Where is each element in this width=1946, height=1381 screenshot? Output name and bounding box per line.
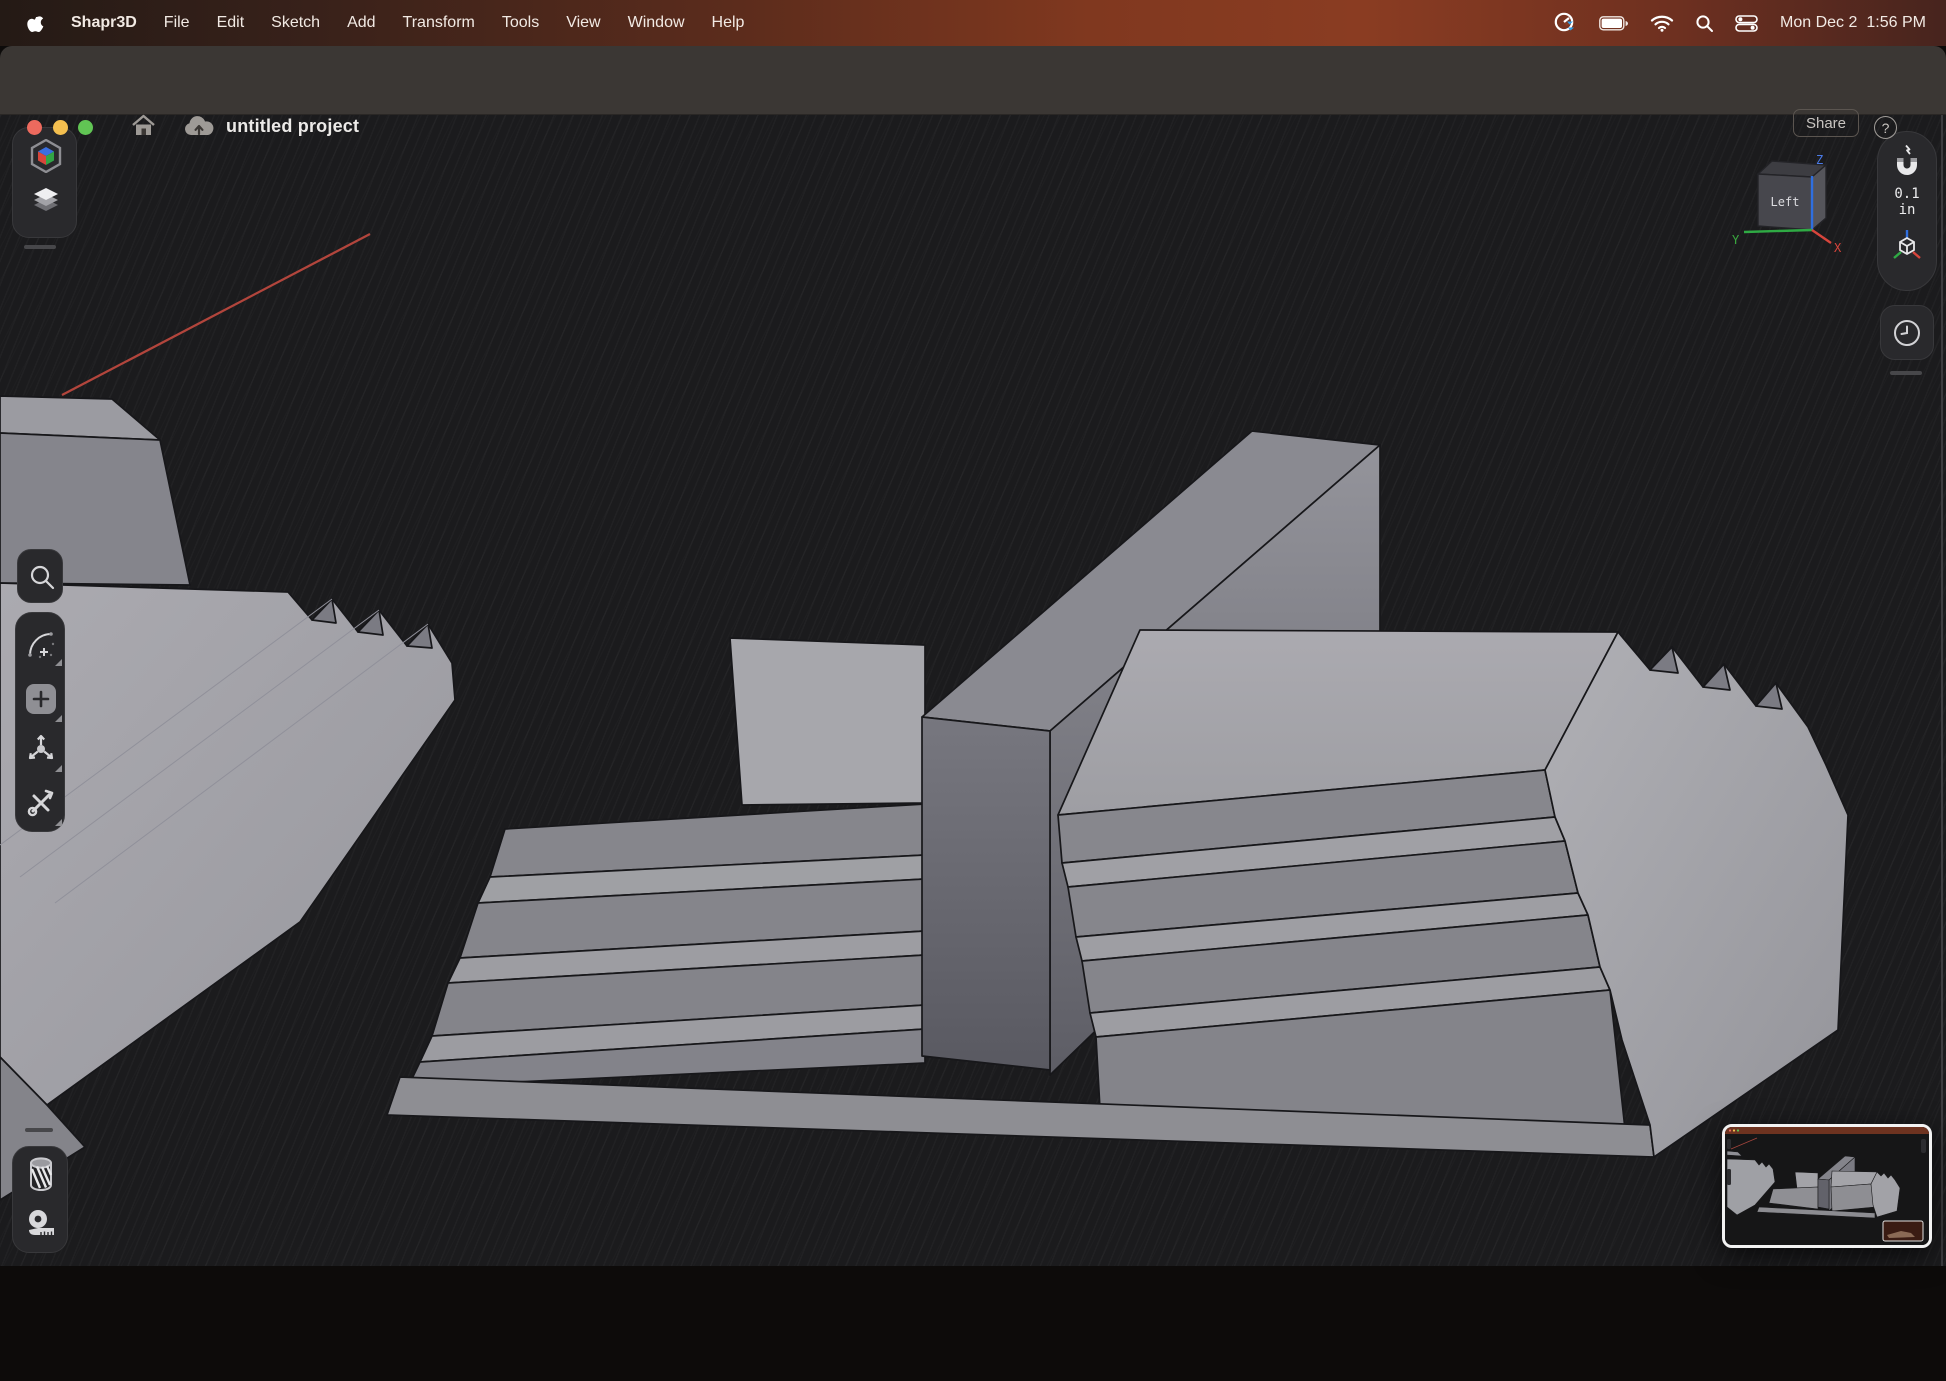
panel-divider[interactable] (1890, 371, 1922, 375)
panel-divider[interactable] (24, 245, 56, 249)
display-tools-panel (12, 1146, 68, 1253)
menu-sketch[interactable]: Sketch (271, 14, 320, 32)
viewcube-face-label[interactable]: Left (1771, 195, 1800, 209)
tool-flyout-indicator (55, 765, 62, 772)
scene-navigator-panel (12, 127, 77, 238)
window-titlebar: untitled project Share ? (0, 46, 1946, 115)
grid-size-value[interactable]: 0.1 in (1894, 186, 1919, 218)
control-center-icon[interactable] (1735, 15, 1759, 32)
menu-add[interactable]: Add (347, 14, 375, 32)
shading-cylinder-icon[interactable] (27, 1157, 55, 1193)
tool-flyout-indicator (55, 715, 62, 722)
3d-viewport[interactable] (0, 115, 1946, 1266)
arc-sketch-icon (26, 630, 56, 660)
modify-wrench-icon (26, 788, 56, 818)
fullscreen-button[interactable] (78, 120, 93, 135)
snap-grid-panel: 0.1 in (1877, 131, 1937, 291)
add-tool[interactable] (16, 675, 66, 723)
tool-flyout-indicator (55, 659, 62, 666)
orientation-view-cube[interactable]: Left Z Y X (1730, 146, 1850, 256)
3d-scene[interactable] (0, 115, 1946, 1381)
menu-help[interactable]: Help (712, 14, 745, 32)
tool-flyout-indicator (55, 819, 62, 826)
add-tool-button[interactable] (26, 684, 56, 714)
sketch-line[interactable] (62, 234, 370, 395)
scene-items-cube-icon[interactable] (30, 139, 62, 173)
menu-tools[interactable]: Tools (502, 14, 539, 32)
menu-window[interactable]: Window (628, 14, 685, 32)
help-button[interactable]: ? (1874, 116, 1897, 139)
move-gizmo-icon (25, 733, 57, 765)
zoom-magnifier-icon (29, 564, 55, 590)
apple-logo-icon[interactable] (26, 13, 44, 33)
share-button[interactable]: Share (1793, 109, 1859, 137)
axis-gizmo-cube-icon[interactable] (1890, 228, 1924, 262)
sketch-arc-tool[interactable] (16, 621, 66, 669)
battery-icon[interactable] (1599, 16, 1629, 31)
tools-panel (15, 612, 65, 832)
move-tool[interactable] (16, 725, 66, 773)
menu-view[interactable]: View (566, 14, 600, 32)
menu-file[interactable]: File (164, 14, 190, 32)
menubar-app-name[interactable]: Shapr3D (71, 14, 137, 32)
viewport-right-edge (1941, 115, 1943, 1266)
history-button[interactable] (1880, 305, 1934, 360)
main-stepped-body[interactable] (387, 431, 1848, 1157)
history-clock-icon (1892, 318, 1922, 348)
axis-y-label: Y (1732, 233, 1740, 247)
menu-transform[interactable]: Transform (403, 14, 475, 32)
close-button[interactable] (27, 120, 42, 135)
magnet-snap-icon[interactable] (1892, 144, 1922, 176)
layers-icon[interactable] (30, 185, 62, 217)
document-title[interactable]: untitled project (226, 116, 359, 137)
minimize-button[interactable] (53, 120, 68, 135)
cloud-upload-icon[interactable] (182, 114, 216, 139)
screenshot-preview-image (1725, 1127, 1929, 1245)
zoom-tool-button[interactable] (17, 549, 63, 603)
axis-z-label: Z (1816, 153, 1823, 167)
macos-menubar: Shapr3D File Edit Sketch Add Transform T… (0, 0, 1946, 46)
adobe-cc-icon[interactable] (1552, 11, 1578, 35)
wifi-icon[interactable] (1650, 15, 1674, 32)
modify-tool[interactable] (16, 779, 66, 827)
home-icon[interactable] (130, 113, 157, 138)
screenshot-preview-thumbnail[interactable] (1722, 1124, 1932, 1248)
panel-divider[interactable] (25, 1128, 53, 1132)
menubar-clock[interactable]: Mon Dec 21:56 PM (1780, 14, 1926, 32)
axis-x-label: X (1834, 241, 1842, 255)
measure-tape-icon[interactable] (27, 1205, 57, 1239)
add-plus-icon (32, 690, 50, 708)
spotlight-search-icon[interactable] (1695, 14, 1714, 33)
menu-edit[interactable]: Edit (217, 14, 245, 32)
left-stepped-body[interactable] (0, 583, 455, 1200)
